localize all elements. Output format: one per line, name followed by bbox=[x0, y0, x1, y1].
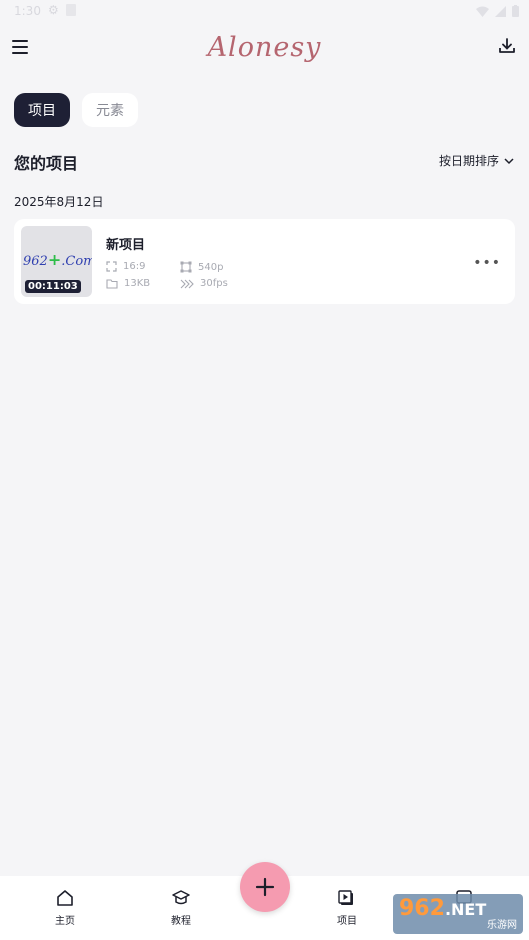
more-options-icon[interactable]: ••• bbox=[473, 255, 501, 271]
nav-item-projects[interactable]: 项目 bbox=[317, 888, 377, 927]
thumbnail-watermark-text: 962+.Com bbox=[23, 250, 92, 269]
folder-icon bbox=[106, 278, 118, 289]
duration-badge: 00:11:03 bbox=[25, 280, 81, 293]
nav-label-projects: 项目 bbox=[337, 916, 357, 927]
crop-frame-icon bbox=[180, 261, 192, 273]
content-tabs: 项目 元素 bbox=[14, 93, 138, 127]
section-title: 您的项目 bbox=[14, 154, 79, 173]
file-size: 13KB bbox=[124, 278, 151, 289]
nav-item-home[interactable]: 主页 bbox=[35, 888, 95, 927]
fps-icon bbox=[180, 279, 194, 288]
resolution: 540p bbox=[198, 261, 224, 273]
aspect-ratio: 16:9 bbox=[123, 261, 146, 272]
watermark-caption: 乐游网 bbox=[487, 920, 517, 931]
video-project-icon bbox=[338, 890, 353, 905]
frame-rate: 30fps bbox=[200, 278, 228, 289]
wifi-icon bbox=[476, 6, 489, 17]
project-title: 新项目 bbox=[106, 238, 146, 253]
size-meta: 13KB bbox=[106, 278, 150, 289]
create-project-button[interactable] bbox=[240, 862, 290, 912]
project-thumbnail[interactable]: 962+.Com 00:11:03 bbox=[21, 226, 92, 297]
top-app-bar: Alonesy bbox=[0, 28, 529, 70]
status-time: 1:30 bbox=[14, 4, 41, 18]
sort-dropdown[interactable]: 按日期排序 bbox=[439, 152, 515, 169]
app-logo: Alonesy bbox=[207, 32, 322, 63]
notification-status-icon bbox=[66, 4, 76, 16]
nav-item-tutorials[interactable]: 教程 bbox=[151, 888, 211, 927]
battery-icon bbox=[512, 5, 519, 17]
date-group-label: 2025年8月12日 bbox=[14, 195, 104, 209]
home-icon bbox=[57, 890, 73, 906]
chevron-down-icon bbox=[504, 157, 514, 164]
download-icon[interactable] bbox=[497, 36, 517, 56]
expand-icon bbox=[106, 261, 117, 272]
settings-status-icon: ⚙ bbox=[48, 3, 59, 17]
site-watermark: 962.NET 乐游网 bbox=[393, 894, 523, 934]
status-bar: 1:30 ⚙ bbox=[0, 0, 529, 24]
resolution-meta: 540p bbox=[180, 261, 223, 273]
watermark-logo: 962.NET bbox=[399, 896, 487, 921]
nav-label-home: 主页 bbox=[55, 916, 75, 927]
sort-label: 按日期排序 bbox=[438, 154, 499, 168]
fps-meta: 30fps bbox=[180, 278, 228, 289]
tab-elements[interactable]: 元素 bbox=[82, 93, 138, 127]
project-card[interactable]: 962+.Com 00:11:03 新项目 16:9 13KB 540p 30f… bbox=[14, 219, 515, 304]
plus-icon bbox=[255, 877, 275, 897]
nav-label-tutorials: 教程 bbox=[171, 916, 191, 927]
aspect-meta: 16:9 bbox=[106, 261, 145, 272]
graduation-cap-icon bbox=[172, 890, 190, 905]
signal-icon bbox=[495, 5, 506, 17]
tab-projects[interactable]: 项目 bbox=[14, 93, 70, 127]
